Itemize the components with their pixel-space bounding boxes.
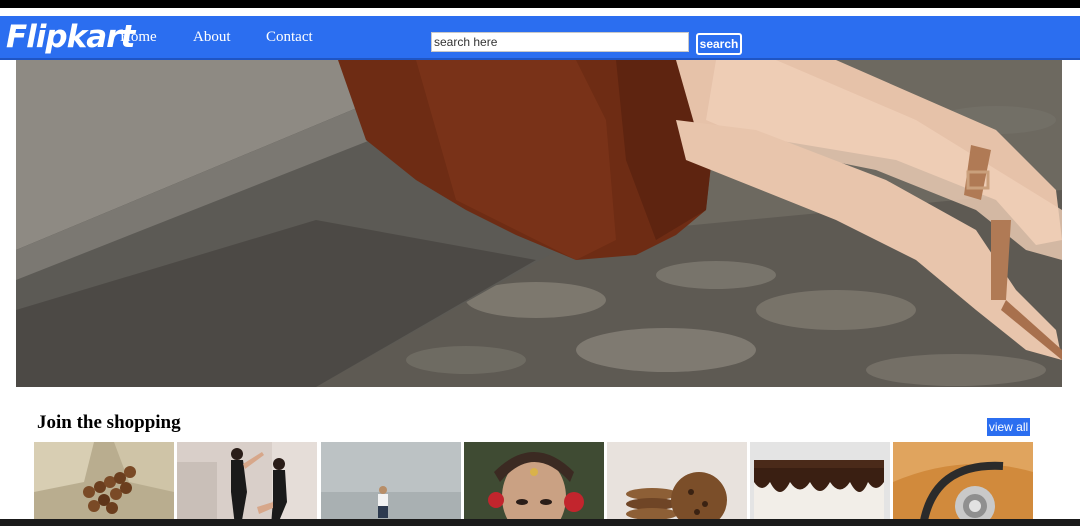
person-by-sea-image <box>321 442 461 526</box>
stethoscope-image <box>893 442 1033 526</box>
stethoscope-tile[interactable] <box>893 442 1033 526</box>
cookies-image <box>607 442 747 526</box>
cookies-tile[interactable] <box>607 442 747 526</box>
nav-link-contact[interactable]: Contact <box>266 29 313 46</box>
brand-logo[interactable]: Flipkart <box>6 18 135 56</box>
search-input[interactable] <box>431 32 689 52</box>
nuts-necklace-image <box>34 442 174 526</box>
view-all-button[interactable]: view all <box>987 418 1030 436</box>
navbar: Flipkart Home About Contact search <box>0 16 1080 60</box>
dancers-tile[interactable] <box>177 442 317 526</box>
section-title: Join the shopping <box>37 412 181 433</box>
nav-link-home[interactable]: Home <box>120 29 157 46</box>
search-button[interactable]: search <box>696 33 742 55</box>
top-frame-bar <box>0 0 1080 8</box>
jewelry-portrait-tile[interactable] <box>464 442 604 526</box>
jewelry-portrait-image <box>464 442 604 526</box>
nuts-necklace-tile[interactable] <box>34 442 174 526</box>
hero-image <box>16 60 1062 387</box>
person-by-sea-tile[interactable] <box>321 442 461 526</box>
hero-banner <box>16 60 1062 387</box>
bottom-frame-bar <box>0 519 1080 526</box>
nav-link-about[interactable]: About <box>193 29 231 46</box>
top-frame-gap <box>0 8 1080 16</box>
chocolate-cake-image <box>750 442 890 526</box>
product-tiles <box>34 442 1034 526</box>
chocolate-cake-tile[interactable] <box>750 442 890 526</box>
dancers-image <box>177 442 317 526</box>
